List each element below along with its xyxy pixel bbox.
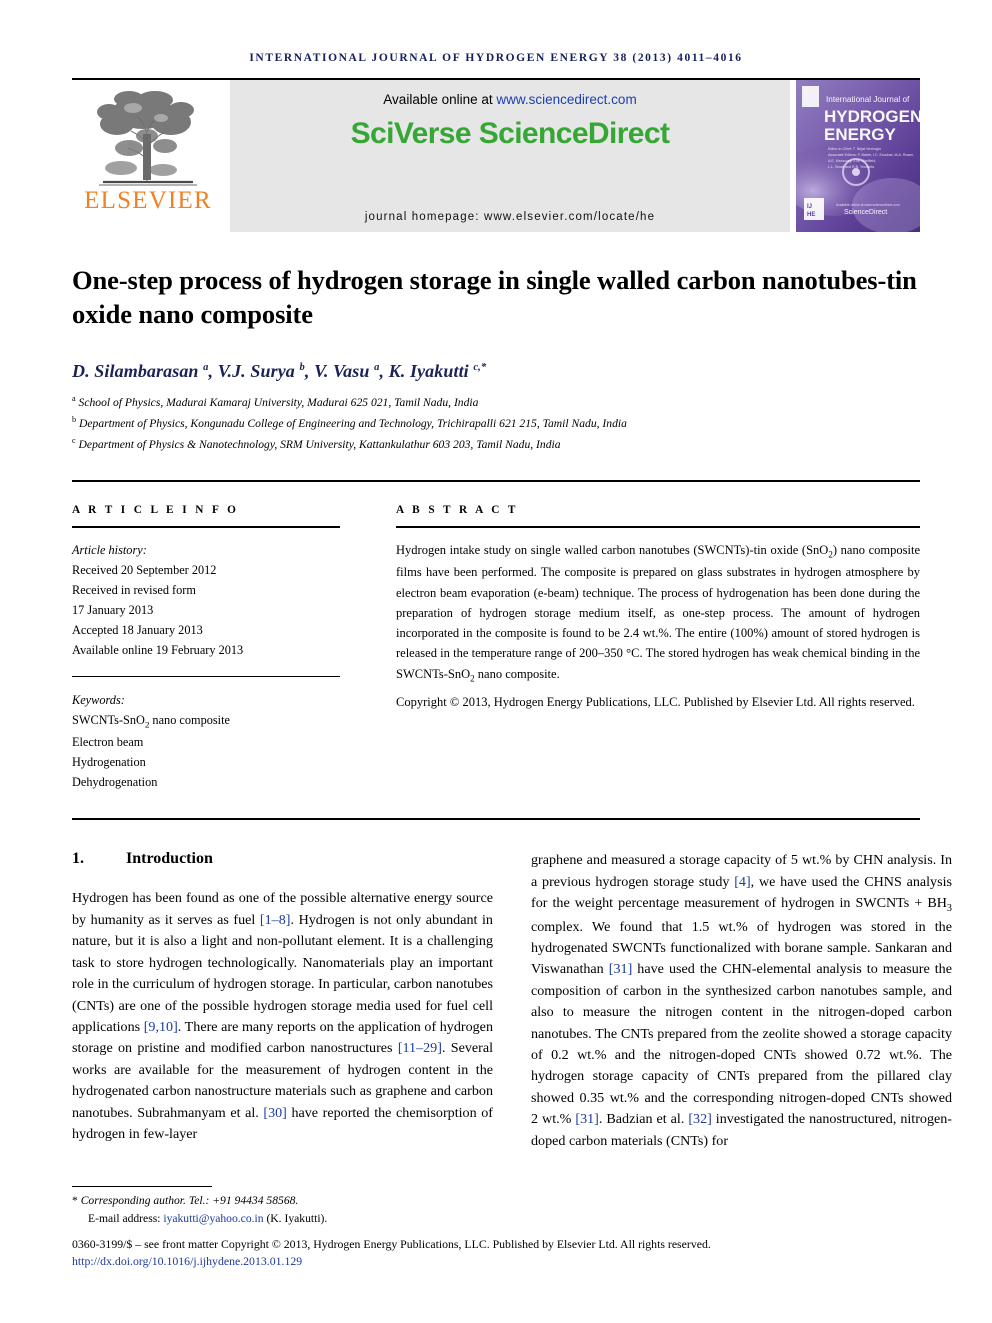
abstract-divider — [396, 526, 920, 529]
sciencedirect-url-link[interactable]: www.sciencedirect.com — [496, 92, 636, 107]
article-history-block: Article history: Received 20 September 2… — [72, 540, 340, 660]
section-heading-introduction: 1. Introduction — [72, 850, 493, 868]
affiliation-text: Department of Physics, Kongunadu College… — [79, 416, 627, 430]
elsevier-wordmark: ELSEVIER — [84, 187, 212, 214]
intro-paragraph-right: graphene and measured a storage capacity… — [531, 852, 952, 1149]
body-column-right: graphene and measured a storage capacity… — [531, 850, 952, 1152]
affiliation-item: b Department of Physics, Kongunadu Colle… — [72, 413, 920, 434]
article-history-label: Article history: — [72, 543, 147, 558]
journal-header-band: ELSEVIER Available online at www.science… — [72, 78, 920, 232]
svg-text:Associate Editors: F. Barbir,: Associate Editors: F. Barbir, I.C. Escob… — [828, 153, 914, 157]
author-list: D. Silambarasan a, V.J. Surya b, V. Vasu… — [72, 361, 487, 382]
affiliation-item: c Department of Physics & Nanotechnology… — [72, 434, 920, 455]
running-head: INTERNATIONAL JOURNAL OF HYDROGEN ENERGY… — [249, 52, 743, 64]
body-column-left: 1. Introduction Hydrogen has been found … — [72, 850, 493, 1152]
citation-link[interactable]: [30] — [263, 1105, 286, 1121]
keywords-label: Keywords: — [72, 693, 125, 708]
abstract-column: A B S T R A C T Hydrogen intake study on… — [396, 504, 920, 792]
affiliation-text: School of Physics, Madurai Kamaraj Unive… — [78, 396, 479, 410]
affiliation-list: a School of Physics, Madurai Kamaraj Uni… — [72, 392, 920, 454]
journal-cover-image: International Journal of HYDROGEN ENERGY… — [796, 80, 920, 232]
history-item: Received 20 September 2012 — [72, 563, 217, 578]
section-title: Introduction — [126, 850, 213, 868]
intro-paragraph-left: Hydrogen has been found as one of the po… — [72, 890, 494, 1143]
elsevier-tree-icon — [97, 91, 197, 186]
journal-cover-block: International Journal of HYDROGEN ENERGY… — [796, 80, 920, 232]
article-info-column: A R T I C L E I N F O Article history: R… — [72, 504, 340, 792]
email-label: E-mail address: — [88, 1212, 164, 1226]
keyword-item: SWCNTs-SnO2 nano composite — [72, 713, 230, 730]
available-online-line: Available online at www.sciencedirect.co… — [383, 92, 636, 107]
svg-text:ENERGY: ENERGY — [824, 125, 896, 144]
asterisk-icon: * — [72, 1194, 78, 1207]
svg-text:A.E. Mansoury, J.W. Sheffield,: A.E. Mansoury, J.W. Sheffield, — [828, 159, 876, 163]
journal-article-page: INTERNATIONAL JOURNAL OF HYDROGEN ENERGY… — [0, 0, 992, 1323]
page-footer: * Corresponding author. Tel.: +91 94434 … — [72, 1186, 920, 1271]
citation-link[interactable]: [31] — [609, 961, 632, 977]
elsevier-logo-block: ELSEVIER — [72, 80, 224, 232]
citation-link[interactable]: [4] — [734, 874, 750, 890]
abstract-label: A B S T R A C T — [396, 504, 519, 517]
keyword-item: Electron beam — [72, 735, 144, 750]
sciencedirect-banner: Available online at www.sciencedirect.co… — [230, 80, 790, 232]
citation-link[interactable]: [11–29] — [398, 1040, 442, 1056]
citation-link[interactable]: [31] — [575, 1111, 598, 1127]
affiliation-marker: b — [72, 414, 77, 424]
keyword-item: Hydrogenation — [72, 755, 146, 770]
journal-homepage-line[interactable]: journal homepage: www.elsevier.com/locat… — [230, 211, 790, 223]
keywords-block: Keywords: SWCNTs-SnO2 nano composite Ele… — [72, 690, 340, 792]
sciverse-sciencedirect-wordmark: SciVerse ScienceDirect — [351, 117, 670, 151]
svg-text:L.L. Swad and R.B. Yeshwita: L.L. Swad and R.B. Yeshwita — [828, 165, 874, 169]
affiliation-marker: c — [72, 435, 76, 445]
section-number: 1. — [72, 850, 84, 868]
history-item: Accepted 18 January 2013 — [72, 623, 203, 638]
email-note: E-mail address: iyakutti@yahoo.co.in (K.… — [72, 1210, 920, 1228]
affiliation-item: a School of Physics, Madurai Kamaraj Uni… — [72, 392, 920, 413]
history-item: 17 January 2013 — [72, 603, 154, 618]
email-link[interactable]: iyakutti@yahoo.co.in — [163, 1212, 263, 1225]
article-title: One-step process of hydrogen storage in … — [72, 265, 917, 329]
svg-text:HYDROGEN: HYDROGEN — [824, 107, 920, 126]
svg-text:ScienceDirect: ScienceDirect — [844, 209, 887, 216]
email-suffix: (K. Iyakutti). — [263, 1212, 328, 1226]
abstract-text: Hydrogen intake study on single walled c… — [396, 543, 920, 684]
citation-link[interactable]: [1–8] — [260, 912, 291, 928]
available-online-text: Available online at — [383, 92, 497, 107]
citation-link[interactable]: [32] — [688, 1111, 711, 1127]
svg-text:IJ: IJ — [807, 204, 812, 210]
footnote-divider — [72, 1186, 212, 1187]
body-columns: 1. Introduction Hydrogen has been found … — [72, 850, 952, 1152]
article-info-abstract-band: A R T I C L E I N F O Article history: R… — [72, 480, 920, 792]
citation-link[interactable]: [9,10] — [144, 1019, 178, 1035]
issn-copyright-line: 0360-3199/$ – see front matter Copyright… — [72, 1236, 711, 1251]
sciverse-word: SciVerse — [350, 117, 472, 150]
svg-text:Available online at www.scienc: Available online at www.sciencedirect.co… — [836, 203, 900, 207]
article-info-label: A R T I C L E I N F O — [72, 504, 239, 517]
history-item: Received in revised form — [72, 583, 196, 598]
corresponding-author-text: Corresponding author. Tel.: +91 94434 58… — [80, 1194, 299, 1207]
article-info-divider — [72, 526, 340, 529]
svg-text:International Journal of: International Journal of — [826, 95, 910, 104]
keywords-divider — [72, 676, 340, 678]
sciencedirect-word: ScienceDirect — [478, 117, 670, 150]
abstract-copyright: Copyright © 2013, Hydrogen Energy Public… — [396, 694, 915, 709]
svg-text:HE: HE — [807, 212, 815, 218]
doi-link[interactable]: http://dx.doi.org/10.1016/j.ijhydene.201… — [72, 1253, 920, 1271]
affiliation-marker: a — [72, 394, 76, 404]
corresponding-author-note: * Corresponding author. Tel.: +91 94434 … — [72, 1192, 920, 1210]
history-item: Available online 19 February 2013 — [72, 643, 244, 658]
svg-text:Editor-in-Chief: T. Nejat Vez: Editor-in-Chief: T. Nejat Veziroglu — [828, 147, 881, 151]
affiliation-text: Department of Physics & Nanotechnology, … — [78, 437, 561, 451]
keyword-item: Dehydrogenation — [72, 775, 158, 790]
article-info-bottom-divider — [72, 818, 920, 821]
